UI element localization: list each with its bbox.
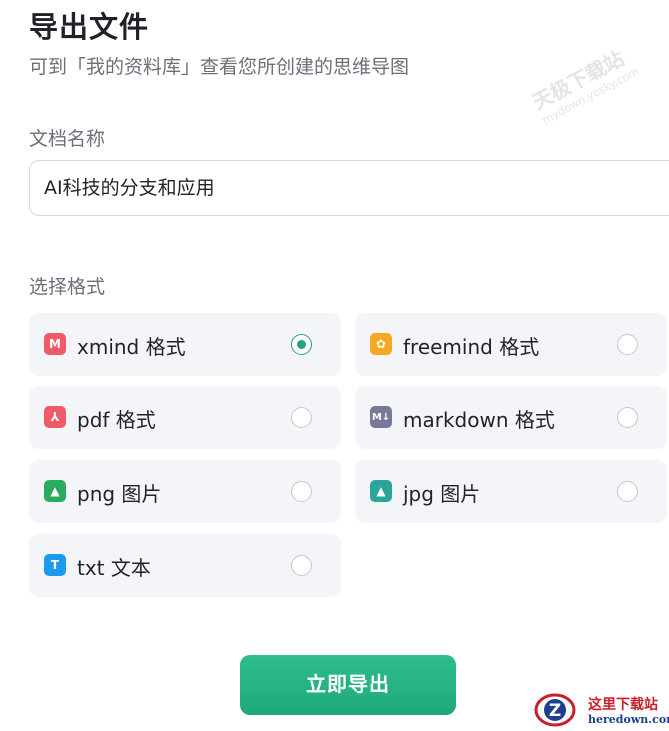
format-option-label: xmind 格式: [77, 335, 186, 359]
format-option-label: png 图片: [77, 482, 162, 506]
format-option-freemind[interactable]: ✿ freemind 格式: [355, 313, 667, 376]
format-radio-freemind[interactable]: [617, 334, 638, 355]
watermark-heredown-url: heredown.com: [588, 713, 669, 726]
format-label: 选择格式: [29, 276, 106, 298]
heredown-logo-icon: Z: [534, 693, 576, 727]
markdown-icon: M↓: [370, 406, 392, 428]
format-option-label: jpg 图片: [403, 482, 481, 506]
svg-text:Z: Z: [549, 701, 561, 721]
dialog-subtitle: 可到「我的资料库」查看您所创建的思维导图: [29, 56, 410, 78]
text-icon: T: [44, 554, 66, 576]
watermark-heredown: Z 这里下载站 heredown.com: [534, 690, 669, 731]
format-radio-jpg[interactable]: [617, 481, 638, 502]
format-option-label: markdown 格式: [403, 408, 555, 432]
format-option-label: pdf 格式: [77, 408, 156, 432]
format-option-label: freemind 格式: [403, 335, 540, 359]
freemind-icon: ✿: [370, 333, 392, 355]
format-radio-png[interactable]: [291, 481, 312, 502]
format-option-label: txt 文本: [77, 556, 151, 580]
dialog-title: 导出文件: [29, 10, 150, 44]
format-option-pdf[interactable]: ⅄ pdf 格式: [29, 386, 341, 449]
format-option-jpg[interactable]: ▲ jpg 图片: [355, 460, 667, 523]
format-option-txt[interactable]: T txt 文本: [29, 534, 341, 597]
format-radio-markdown[interactable]: [617, 407, 638, 428]
format-radio-xmind[interactable]: [291, 334, 312, 355]
format-option-markdown[interactable]: M↓ markdown 格式: [355, 386, 667, 449]
image-icon: ▲: [370, 480, 392, 502]
document-name-input[interactable]: AI科技的分支和应用: [29, 160, 669, 216]
format-option-png[interactable]: ▲ png 图片: [29, 460, 341, 523]
format-radio-txt[interactable]: [291, 555, 312, 576]
xmind-icon: M: [44, 333, 66, 355]
pdf-icon: ⅄: [44, 406, 66, 428]
watermark-yesky: 天极下载站 mydown.yesky.com: [526, 39, 641, 126]
format-option-xmind[interactable]: M xmind 格式: [29, 313, 341, 376]
format-radio-pdf[interactable]: [291, 407, 312, 428]
export-button[interactable]: 立即导出: [240, 655, 456, 715]
document-name-label: 文档名称: [29, 128, 106, 150]
watermark-heredown-text: 这里下载站: [588, 697, 658, 713]
image-icon: ▲: [44, 480, 66, 502]
